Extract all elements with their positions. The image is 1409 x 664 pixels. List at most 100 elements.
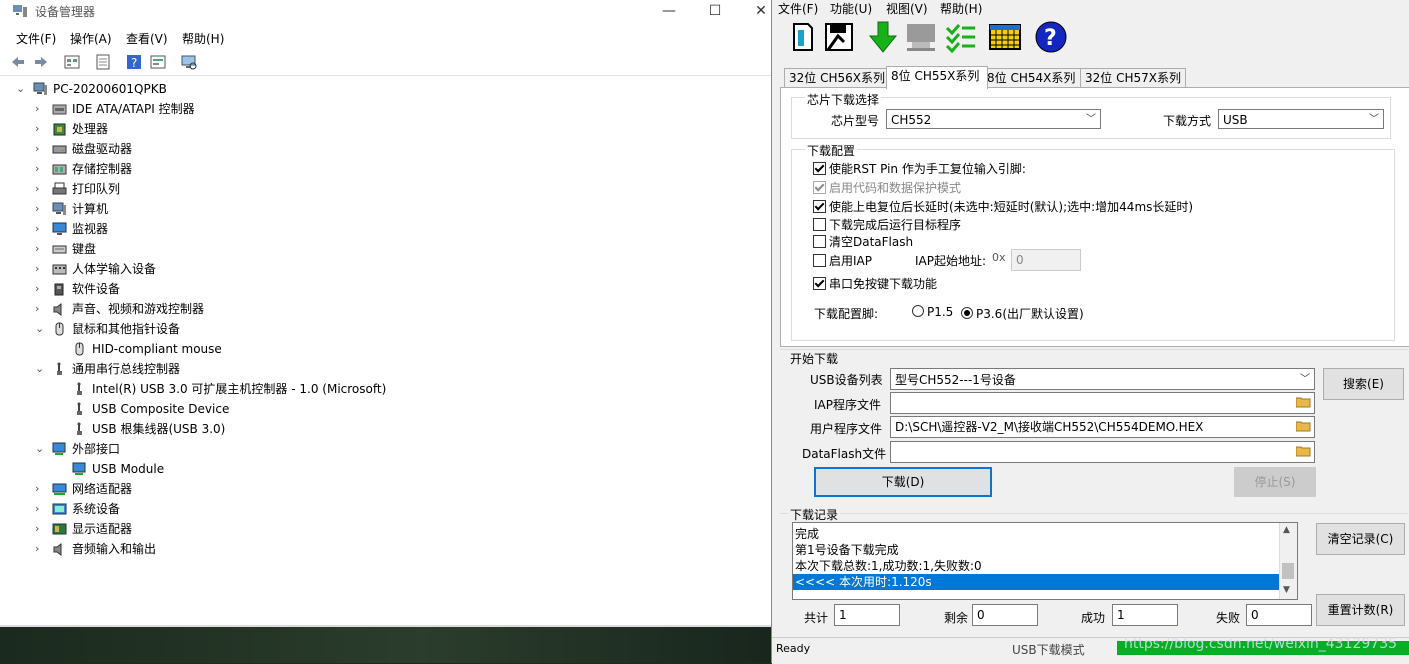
usb-device-list-select[interactable]: 型号CH552---1号设备 ﹀ [890,368,1315,390]
tree-item[interactable]: › IDE ATA/ATAPI 控制器 [35,99,740,119]
tree-item[interactable]: › 显示适配器 [35,519,740,539]
tree-item[interactable]: USB 根集线器(USB 3.0) [55,419,740,439]
search-button[interactable]: 搜索(E) [1323,368,1404,400]
update-driver-icon[interactable] [150,54,166,70]
folder-open-icon[interactable] [1296,445,1311,457]
chevron-down-icon[interactable]: ⌄ [16,79,28,99]
wch-menu-function[interactable]: 功能(U) [830,0,872,17]
tree-item[interactable]: › 存储控制器 [35,159,740,179]
chevron-right-icon[interactable]: › [35,479,47,499]
chip-model-select[interactable]: CH552 ﹀ [886,109,1101,129]
folder-open-icon[interactable] [1296,396,1311,408]
tree-item[interactable]: › 人体学输入设备 [35,259,740,279]
chevron-down-icon[interactable]: ⌄ [35,359,47,379]
chevron-right-icon[interactable]: › [35,219,47,239]
chevron-right-icon[interactable]: › [35,499,47,519]
iap-file-input[interactable] [890,392,1315,414]
tree-item[interactable]: ⌄ PC-20200601QPKB [16,79,740,99]
tree-item[interactable]: › 音频输入和输出 [35,539,740,559]
menu-file[interactable]: 文件(F) [16,30,56,47]
chevron-right-icon[interactable]: › [35,139,47,159]
tree-item[interactable]: › 网络适配器 [35,479,740,499]
option-run-after-checkbox[interactable]: 下载完成后运行目标程序 [813,216,961,232]
wch-menu-file[interactable]: 文件(F) [778,0,818,17]
tree-item[interactable]: USB Composite Device [55,399,740,419]
tree-item-label: 人体学输入设备 [72,262,157,276]
option-rst-pin-checkbox[interactable]: 使能RST Pin 作为手工复位输入引脚: [813,160,1026,176]
pin-p15-radio[interactable]: P1.5 [912,305,953,319]
folder-open-icon[interactable] [1296,420,1311,432]
tree-item[interactable]: › 磁盘驱动器 [35,139,740,159]
tab-8bit-ch55x[interactable]: 8位 CH55X系列 [886,66,988,89]
tree-item[interactable]: ⌄ 鼠标和其他指针设备 [35,319,740,339]
calendar-grid-icon[interactable] [988,20,1022,54]
pin-p36-radio[interactable]: P3.6(出厂默认设置) [961,305,1084,322]
forward-arrow-icon[interactable] [33,54,49,70]
reset-count-button[interactable]: 重置计数(R) [1316,594,1405,626]
chevron-right-icon[interactable]: › [35,179,47,199]
verify-check-icon[interactable] [944,20,978,54]
dataflash-file-input[interactable] [890,441,1315,463]
download-mode-select[interactable]: USB ﹀ [1218,109,1384,129]
chevron-down-icon[interactable]: ⌄ [35,439,47,459]
tree-item[interactable]: USB Module [55,459,740,479]
tab-32bit-ch57x[interactable]: 32位 CH57X系列 [1080,68,1186,88]
tree-item[interactable]: Intel(R) USB 3.0 可扩展主机控制器 - 1.0 (Microso… [55,379,740,399]
tree-item[interactable]: HID-compliant mouse [55,339,740,359]
chevron-right-icon[interactable]: › [35,299,47,319]
option-clear-dataflash-checkbox[interactable]: 清空DataFlash [813,233,913,249]
option-serial-nokey-checkbox[interactable]: 串口免按键下载功能 [813,275,937,291]
tree-item[interactable]: › 计算机 [35,199,740,219]
tree-item[interactable]: › 键盘 [35,239,740,259]
tree-item[interactable]: ⌄ 通用串行总线控制器 [35,359,740,379]
scan-hardware-icon[interactable] [181,54,197,70]
help-icon[interactable]: ? [126,54,142,70]
tree-item[interactable]: › 系统设备 [35,499,740,519]
chevron-right-icon[interactable]: › [35,519,47,539]
tab-32bit-ch56x[interactable]: 32位 CH56X系列 [784,68,890,88]
minimize-button[interactable]: — [646,0,692,22]
chevron-right-icon[interactable]: › [35,279,47,299]
scroll-up-icon[interactable]: ▲ [1283,525,1290,535]
user-file-input[interactable]: D:\SCH\遥控器-V2_M\接收端CH552\CH554DEMO.HEX [890,416,1315,438]
chevron-right-icon[interactable]: › [35,119,47,139]
tree-item[interactable]: › 声音、视频和游戏控制器 [35,299,740,319]
save-file-icon[interactable] [822,20,856,54]
download-button[interactable]: 下载(D) [814,467,992,497]
log-list[interactable]: 完成 第1号设备下载完成 本次下载总数:1,成功数:1,失败数:0 <<<< 本… [792,522,1298,600]
chevron-right-icon[interactable]: › [35,199,47,219]
tab-8bit-ch54x[interactable]: 8位 CH54X系列 [982,68,1082,88]
help-question-icon[interactable]: ? [1034,20,1068,54]
chevron-right-icon[interactable]: › [35,239,47,259]
tree-item[interactable]: › 打印队列 [35,179,740,199]
menu-help[interactable]: 帮助(H) [182,30,224,47]
maximize-button[interactable]: ☐ [692,0,738,22]
chevron-right-icon[interactable]: › [35,539,47,559]
chevron-down-icon[interactable]: ⌄ [35,319,47,339]
open-file-icon[interactable] [786,20,820,54]
chevron-right-icon[interactable]: › [35,99,47,119]
option-enable-iap-checkbox[interactable]: 启用IAP [813,252,872,268]
tree-item[interactable]: › 处理器 [35,119,740,139]
back-arrow-icon[interactable] [10,54,26,70]
wch-menu-view[interactable]: 视图(V) [886,0,928,17]
chevron-right-icon[interactable]: › [35,259,47,279]
scroll-down-icon[interactable]: ▼ [1283,585,1290,595]
option-long-delay-checkbox[interactable]: 使能上电复位后长延时(未选中:短延时(默认);选中:增加44ms长延时) [813,198,1193,214]
tree-item[interactable]: › 软件设备 [35,279,740,299]
clear-log-button[interactable]: 清空记录(C) [1316,523,1405,555]
horizontal-scrollbar[interactable] [0,625,771,627]
chevron-right-icon[interactable]: › [35,159,47,179]
wch-menu-help[interactable]: 帮助(H) [940,0,982,17]
menu-action[interactable]: 操作(A) [70,30,112,47]
scroll-thumb[interactable] [1282,563,1294,579]
menu-view[interactable]: 查看(V) [126,30,168,47]
document-icon[interactable] [95,54,111,70]
tree-item[interactable]: ⌄ 外部接口 [35,439,740,459]
properties-grid-icon[interactable] [64,54,80,70]
tree-item-label: 外部接口 [72,442,121,456]
download-arrow-icon[interactable] [866,20,900,54]
tree-item[interactable]: › 监视器 [35,219,740,239]
stop-button: 停止(S) [1234,467,1316,497]
log-scrollbar[interactable]: ▲ ▼ [1279,523,1297,599]
